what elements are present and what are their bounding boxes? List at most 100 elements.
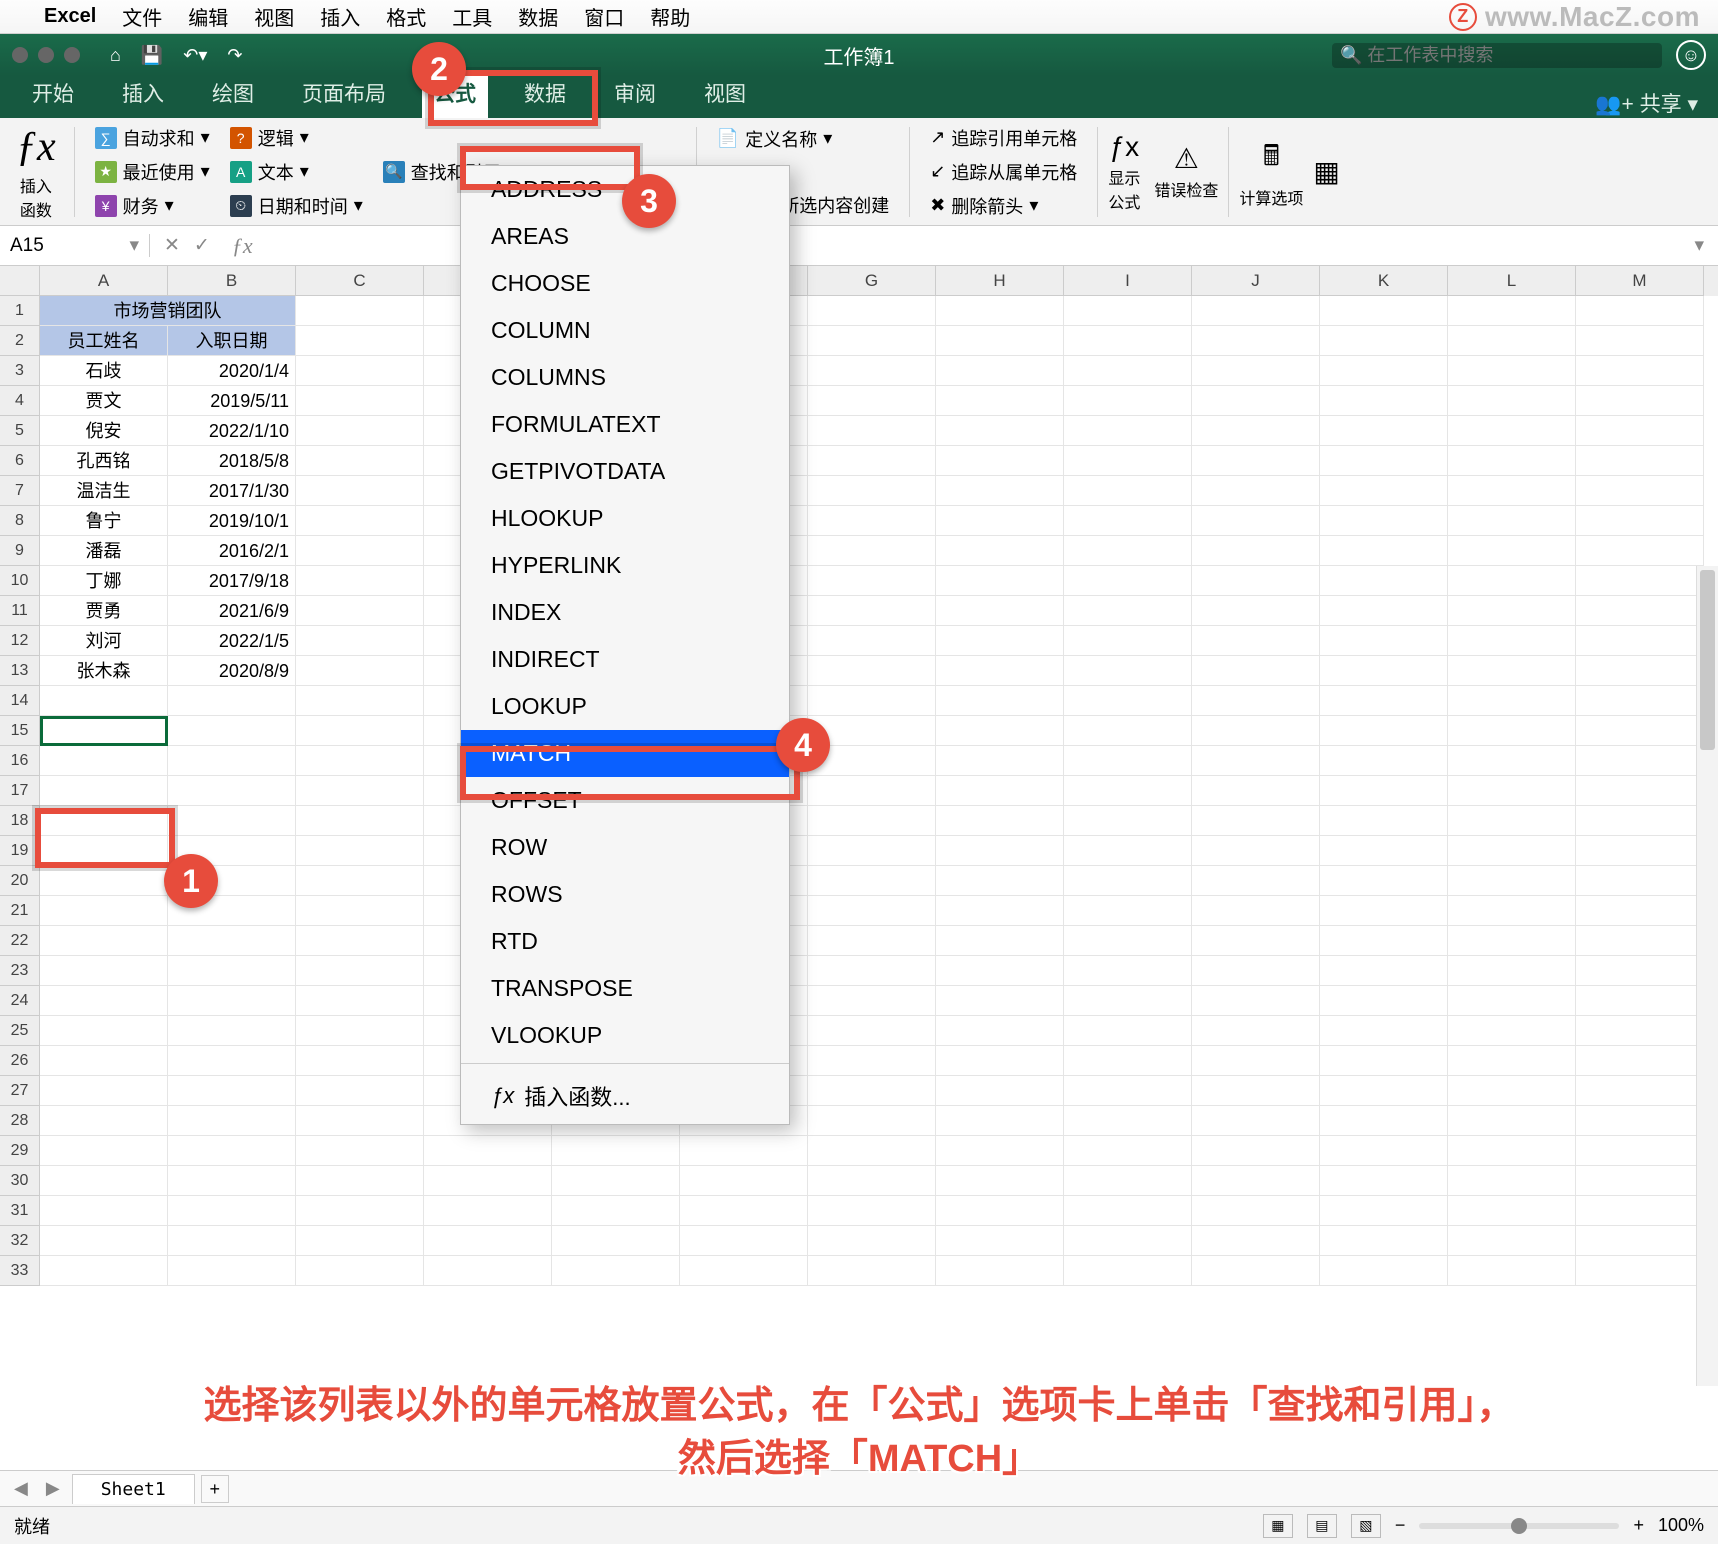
cell[interactable]: 潘磊 xyxy=(40,536,168,566)
cell[interactable] xyxy=(808,1196,936,1226)
cell[interactable] xyxy=(936,1196,1064,1226)
cell[interactable] xyxy=(808,326,936,356)
search-box[interactable]: 🔍 xyxy=(1332,43,1662,68)
cell[interactable] xyxy=(296,686,424,716)
cell[interactable] xyxy=(1448,446,1576,476)
cell[interactable] xyxy=(936,296,1064,326)
cell[interactable] xyxy=(1576,536,1704,566)
cell[interactable] xyxy=(808,446,936,476)
cell[interactable] xyxy=(936,596,1064,626)
cell[interactable] xyxy=(1064,1136,1192,1166)
cell[interactable] xyxy=(1320,296,1448,326)
cell[interactable] xyxy=(1064,866,1192,896)
calc-options-button[interactable]: 🖩计算选项 xyxy=(1239,135,1303,209)
cell[interactable]: 鲁宁 xyxy=(40,506,168,536)
cell[interactable] xyxy=(680,1166,808,1196)
cell[interactable] xyxy=(40,716,168,746)
cell[interactable] xyxy=(1320,1196,1448,1226)
cell[interactable] xyxy=(1320,746,1448,776)
cell[interactable] xyxy=(552,1136,680,1166)
tab-data[interactable]: 数据 xyxy=(512,70,578,118)
cell[interactable] xyxy=(1448,1256,1576,1286)
cell[interactable] xyxy=(40,956,168,986)
cell[interactable] xyxy=(1064,1226,1192,1256)
cell[interactable] xyxy=(40,1076,168,1106)
cell[interactable] xyxy=(808,1046,936,1076)
col-header[interactable]: C xyxy=(296,266,424,296)
cell[interactable] xyxy=(1064,1196,1192,1226)
cell[interactable] xyxy=(1320,386,1448,416)
dropdown-item-rows[interactable]: ROWS xyxy=(461,871,789,918)
zoom-slider[interactable] xyxy=(1419,1523,1619,1529)
cell[interactable]: 温洁生 xyxy=(40,476,168,506)
cell[interactable] xyxy=(1320,656,1448,686)
cell[interactable] xyxy=(1448,596,1576,626)
cell[interactable] xyxy=(552,1256,680,1286)
cell[interactable] xyxy=(296,716,424,746)
cell[interactable] xyxy=(296,296,424,326)
cell[interactable] xyxy=(808,656,936,686)
cell[interactable] xyxy=(296,596,424,626)
insert-function-button[interactable]: ƒx 插入 函数 xyxy=(8,123,64,221)
cell[interactable] xyxy=(1320,806,1448,836)
cell[interactable] xyxy=(936,806,1064,836)
cell[interactable] xyxy=(808,956,936,986)
cell[interactable] xyxy=(1192,1016,1320,1046)
cell[interactable] xyxy=(936,656,1064,686)
cell[interactable] xyxy=(1320,836,1448,866)
cell[interactable] xyxy=(1192,296,1320,326)
menu-format[interactable]: 格式 xyxy=(386,2,426,31)
cell[interactable]: 倪安 xyxy=(40,416,168,446)
cell[interactable] xyxy=(168,956,296,986)
cell[interactable] xyxy=(1192,356,1320,386)
cell[interactable] xyxy=(1576,1106,1704,1136)
cell[interactable] xyxy=(1064,1076,1192,1106)
cell[interactable] xyxy=(808,566,936,596)
cell[interactable] xyxy=(808,866,936,896)
col-header[interactable]: I xyxy=(1064,266,1192,296)
cell[interactable] xyxy=(1064,626,1192,656)
cell[interactable] xyxy=(936,476,1064,506)
cell[interactable] xyxy=(1064,446,1192,476)
cell[interactable] xyxy=(1576,476,1704,506)
dropdown-item-match[interactable]: MATCH xyxy=(461,730,789,777)
cell[interactable]: 丁娜 xyxy=(40,566,168,596)
cell[interactable] xyxy=(1064,896,1192,926)
menu-window[interactable]: 窗口 xyxy=(584,2,624,31)
tab-draw[interactable]: 绘图 xyxy=(200,70,266,118)
tab-layout[interactable]: 页面布局 xyxy=(290,70,398,118)
cell[interactable] xyxy=(40,926,168,956)
cell[interactable]: 2020/1/4 xyxy=(168,356,296,386)
expand-formula-bar-icon[interactable]: ▾ xyxy=(1680,234,1718,257)
cell[interactable] xyxy=(40,896,168,926)
cell[interactable] xyxy=(808,626,936,656)
cell[interactable] xyxy=(1576,596,1704,626)
cell[interactable] xyxy=(1192,956,1320,986)
cell[interactable] xyxy=(1448,536,1576,566)
dropdown-item-indirect[interactable]: INDIRECT xyxy=(461,636,789,683)
cell[interactable] xyxy=(1320,536,1448,566)
cell[interactable] xyxy=(1064,746,1192,776)
row-header[interactable]: 4 xyxy=(0,386,40,416)
cell[interactable] xyxy=(1320,1256,1448,1286)
cell[interactable] xyxy=(1320,1166,1448,1196)
cell[interactable] xyxy=(1064,986,1192,1016)
cell[interactable] xyxy=(1448,1106,1576,1136)
cell[interactable] xyxy=(296,836,424,866)
sheet-tab[interactable]: Sheet1 xyxy=(72,1474,195,1504)
cell[interactable] xyxy=(1064,536,1192,566)
cell[interactable] xyxy=(936,1166,1064,1196)
cell[interactable] xyxy=(296,1016,424,1046)
row-header[interactable]: 13 xyxy=(0,656,40,686)
cell[interactable] xyxy=(1448,476,1576,506)
cell[interactable] xyxy=(424,1196,552,1226)
cell[interactable] xyxy=(1448,956,1576,986)
cell[interactable] xyxy=(808,1106,936,1136)
cell[interactable] xyxy=(1576,716,1704,746)
zoom-level[interactable]: 100% xyxy=(1658,1515,1704,1536)
row-header[interactable]: 25 xyxy=(0,1016,40,1046)
cell[interactable] xyxy=(1576,506,1704,536)
tab-view[interactable]: 视图 xyxy=(692,70,758,118)
cell[interactable] xyxy=(1320,476,1448,506)
add-sheet-button[interactable]: + xyxy=(201,1475,229,1503)
